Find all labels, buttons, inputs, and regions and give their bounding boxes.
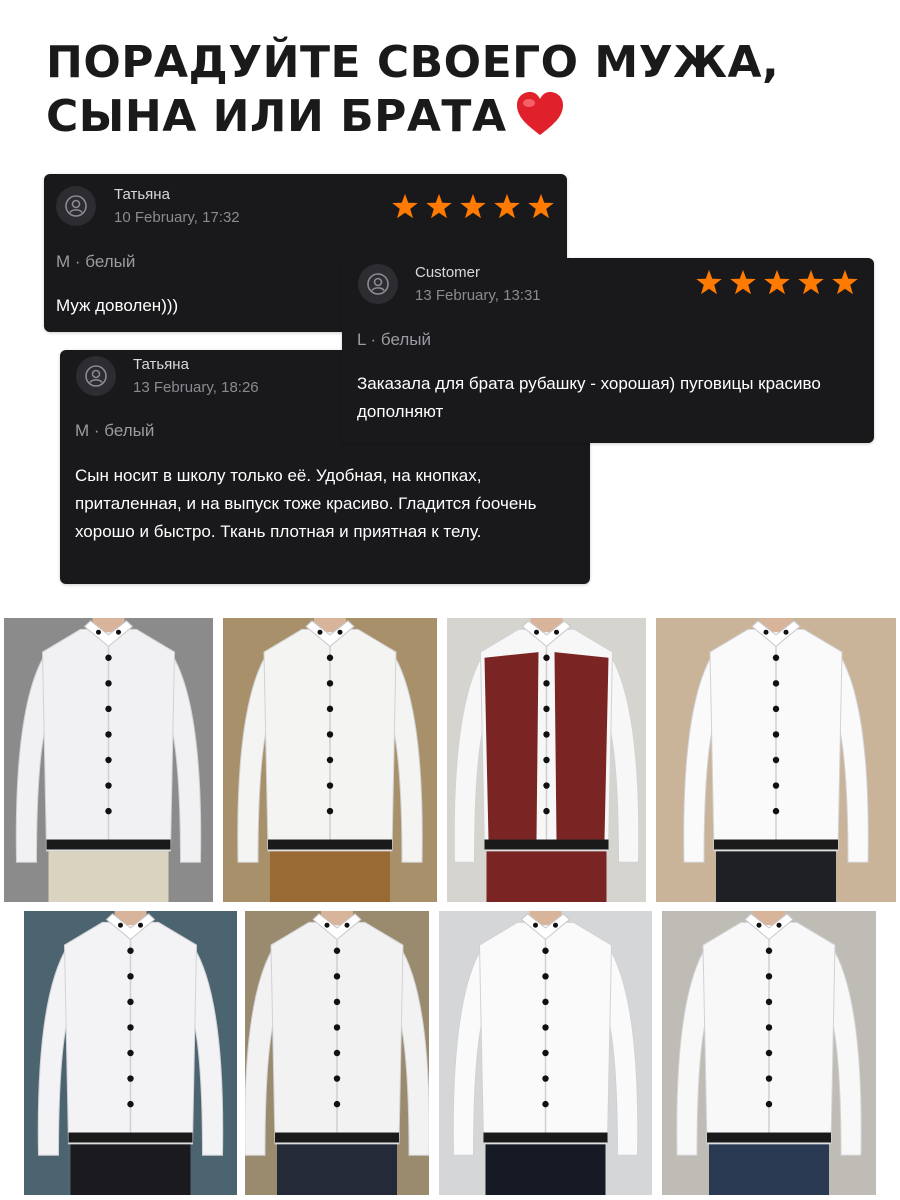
shirt-photo-illustration	[439, 911, 652, 1195]
reviewer-name: Татьяна	[114, 186, 170, 203]
customer-photo-3	[447, 618, 646, 902]
customer-photo-2	[223, 618, 437, 902]
shirt-photo-illustration	[656, 618, 896, 902]
reviewer-name: Customer	[415, 264, 481, 281]
shirt-photo-illustration	[4, 618, 213, 902]
shirt-photo-illustration	[245, 911, 429, 1195]
review-text: Заказала для брата рубашку - хорошая) пу…	[357, 374, 821, 421]
headline-line-1: ПОРАДУЙТЕ СВОЕГО МУЖА,	[46, 37, 780, 88]
review-date: 10 February, 17:32	[114, 209, 240, 226]
customer-photo-1	[4, 618, 213, 902]
headline-line-2: СЫНА ИЛИ БРАТА	[46, 90, 779, 150]
review-date: 13 February, 18:26	[133, 379, 259, 396]
heart-emoji-icon	[515, 91, 565, 150]
star-rating	[694, 268, 860, 298]
star-icon	[460, 193, 486, 219]
review-text: Сын носит в школу только её. Удобная, на…	[75, 466, 537, 541]
customer-photo-5	[24, 911, 237, 1195]
customer-photo-4	[656, 618, 896, 902]
shirt-photo-illustration	[24, 911, 237, 1195]
star-icon	[528, 193, 554, 219]
star-icon	[392, 193, 418, 219]
star-icon	[730, 269, 756, 295]
star-icon	[832, 269, 858, 295]
star-icon	[798, 269, 824, 295]
star-icon	[494, 193, 520, 219]
customer-photo-8	[662, 911, 876, 1195]
shirt-photo-illustration	[662, 911, 876, 1195]
review-text: Муж доволен)))	[56, 296, 179, 315]
star-icon	[696, 269, 722, 295]
headline: ПОРАДУЙТЕ СВОЕГО МУЖА, СЫНА ИЛИ БРАТА	[46, 36, 779, 150]
customer-photo-7	[439, 911, 652, 1195]
review-variant: M · белый	[75, 421, 155, 440]
review-variant: L · белый	[357, 330, 432, 349]
user-avatar-icon	[358, 264, 398, 304]
star-icon	[764, 269, 790, 295]
shirt-photo-illustration	[223, 618, 437, 902]
user-avatar-icon	[56, 186, 96, 226]
review-variant: M · белый	[56, 252, 136, 271]
review-card-2: Customer 13 February, 13:31 L · белый За…	[342, 258, 874, 443]
customer-photo-6	[245, 911, 429, 1195]
shirt-photo-illustration	[447, 618, 646, 902]
star-icon	[426, 193, 452, 219]
user-avatar-icon	[76, 356, 116, 396]
star-rating	[390, 192, 556, 222]
headline-line-2-text: СЫНА ИЛИ БРАТА	[46, 91, 507, 142]
reviewer-name: Татьяна	[133, 356, 189, 373]
review-date: 13 February, 13:31	[415, 287, 541, 304]
